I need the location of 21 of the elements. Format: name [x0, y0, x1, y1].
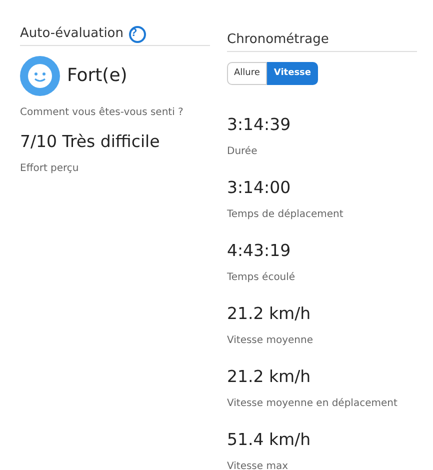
stat-value: 51.4 km/h — [227, 430, 311, 452]
stat-label: Durée — [227, 145, 258, 158]
stat-label: Vitesse moyenne — [227, 334, 313, 348]
effort-label: Effort perçu — [20, 162, 79, 175]
stat-value: 21.2 km/h — [227, 367, 311, 388]
smiley-icon — [20, 56, 60, 96]
feeling-label: Comment vous êtes-vous senti ? — [20, 106, 184, 119]
stat-value: 3:14:00 — [227, 178, 291, 200]
section-title: Chronométrage — [227, 32, 329, 49]
stat-label: Temps écoulé — [227, 271, 296, 284]
stat-value: 3:14:39 — [227, 115, 291, 136]
stat-value: 4:43:19 — [227, 241, 291, 262]
stat-label: Vitesse moyenne en déplacement — [227, 397, 398, 410]
section-title: Auto-évaluation — [20, 26, 124, 43]
toggle-button[interactable]: Vitesse — [266, 62, 318, 86]
toggle-button[interactable]: Allure — [227, 62, 267, 86]
stat-label: Temps de déplacement — [227, 208, 344, 222]
feeling-value: Fort(e) — [67, 65, 128, 87]
effort-value: 7/10 Très difficile — [20, 132, 160, 153]
stat-value: 21.2 km/h — [227, 304, 311, 326]
stat-label: Vitesse max — [227, 460, 288, 470]
